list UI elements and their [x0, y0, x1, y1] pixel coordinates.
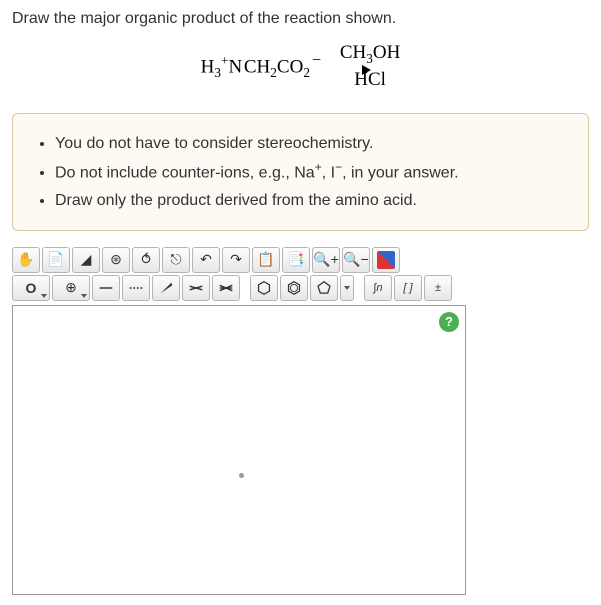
pentagon-icon[interactable]	[310, 275, 338, 301]
curve-tool-icon[interactable]: ∫n	[364, 275, 392, 301]
reactant-formula: H3+N CH2CO2−	[201, 52, 321, 81]
paste-icon[interactable]: 📋	[252, 247, 280, 273]
charge-picker-label: ⊕	[65, 279, 77, 296]
color-atoms-icon[interactable]	[372, 247, 400, 273]
benzene-icon[interactable]	[280, 275, 308, 301]
instruction-item: You do not have to consider stereochemis…	[55, 132, 572, 155]
triple-bond-icon[interactable]	[212, 275, 240, 301]
target-icon[interactable]: ⊛	[102, 247, 130, 273]
instruction-item: Do not include counter-ions, e.g., Na+, …	[55, 159, 572, 185]
eraser-icon[interactable]: ◢	[72, 247, 100, 273]
undo-icon[interactable]: ↶	[192, 247, 220, 273]
structure-editor: ✋📄◢⊛⥀⎋↶↷📋📑🔍+🔍− O ⊕ ∫n[ ]± ?	[12, 247, 482, 595]
atom-picker-label: O	[26, 280, 37, 296]
drawing-canvas[interactable]: ?	[12, 305, 466, 595]
help-button[interactable]: ?	[439, 312, 459, 332]
instructions-box: You do not have to consider stereochemis…	[12, 113, 589, 231]
toolbar-row-1: ✋📄◢⊛⥀⎋↶↷📋📑🔍+🔍−	[12, 247, 482, 273]
wedge-bond-icon[interactable]	[152, 275, 180, 301]
single-bond-icon[interactable]	[92, 275, 120, 301]
reaction-scheme: H3+N CH2CO2− CH3OH HCl	[12, 42, 589, 91]
chain-icon[interactable]: ⥀	[132, 247, 160, 273]
copy-struct-icon[interactable]: 📑	[282, 247, 310, 273]
zoom-out-icon[interactable]: 🔍−	[342, 247, 370, 273]
question-prompt: Draw the major organic product of the re…	[12, 10, 589, 28]
double-bond-icon[interactable]	[182, 275, 210, 301]
charge-picker[interactable]: ⊕	[52, 275, 90, 301]
canvas-center-dot	[239, 473, 244, 478]
dotted-bond-icon[interactable]	[122, 275, 150, 301]
bracket-tool-icon[interactable]: [ ]	[394, 275, 422, 301]
charge-tool-icon[interactable]: ±	[424, 275, 452, 301]
reaction-arrow: CH3OH HCl	[340, 42, 401, 91]
ring-dropdown[interactable]	[340, 275, 354, 301]
new-doc-icon[interactable]: 📄	[42, 247, 70, 273]
zoom-in-icon[interactable]: 🔍+	[312, 247, 340, 273]
toolbar-row-2: O ⊕ ∫n[ ]±	[12, 275, 482, 301]
hexagon-icon[interactable]	[250, 275, 278, 301]
hand-tool-icon[interactable]: ✋	[12, 247, 40, 273]
redo-icon[interactable]: ↷	[222, 247, 250, 273]
atom-picker[interactable]: O	[12, 275, 50, 301]
instruction-item: Draw only the product derived from the a…	[55, 189, 572, 212]
reagent-top: CH3OH	[340, 42, 401, 67]
ring-break-icon[interactable]: ⎋	[162, 247, 190, 273]
